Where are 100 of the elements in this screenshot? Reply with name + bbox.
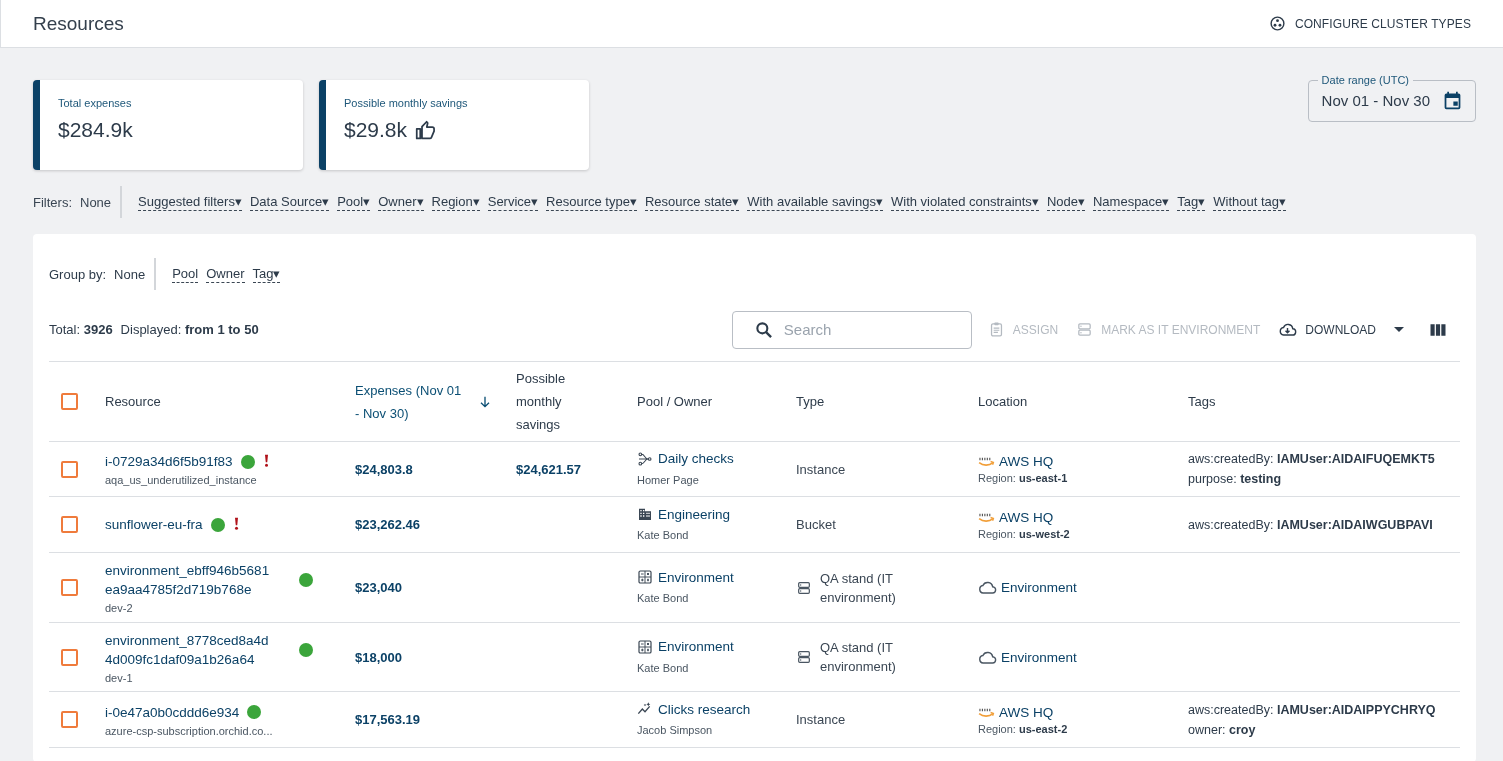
resource-type: Bucket	[796, 516, 836, 534]
group-by-value: None	[114, 266, 146, 282]
owner-name: Kate Bond	[637, 661, 689, 674]
row-checkbox[interactable]	[61, 516, 78, 533]
pool-link[interactable]: Environment	[658, 569, 734, 585]
calendar-icon	[1442, 89, 1463, 111]
pool-link[interactable]: Engineering	[658, 506, 731, 522]
resource-subtitle: dev-1	[105, 671, 133, 684]
location-link[interactable]: Environment	[1001, 580, 1077, 595]
filter-dropdown[interactable]: Region▾	[431, 193, 480, 211]
cluster-icon	[1268, 15, 1286, 32]
server-icon	[796, 649, 812, 665]
resource-type: Instance	[796, 460, 846, 479]
resource-type: QA stand (IT environment)	[820, 639, 897, 676]
group-by-label: Group by:	[49, 266, 107, 282]
row-checkbox[interactable]	[61, 648, 78, 666]
calculator-icon	[637, 569, 653, 585]
column-header[interactable]: Tags	[1188, 390, 1460, 413]
owner-name: Kate Bond	[637, 529, 689, 541]
column-header[interactable]: Type	[796, 390, 978, 413]
expenses-value: $17,563.19	[355, 712, 421, 727]
tag-text: aws:createdBy: IAMUser:AIDAIWGUBPAVI	[1188, 516, 1433, 534]
column-header[interactable]: Resource	[105, 390, 355, 413]
filter-dropdown[interactable]: Owner▾	[378, 193, 424, 211]
expenses-value: $23,262.46	[355, 517, 421, 532]
search-field[interactable]: Search	[731, 310, 972, 349]
column-header[interactable]: Possible monthly savings	[516, 367, 637, 436]
row-checkbox[interactable]	[61, 579, 78, 596]
filter-dropdown[interactable]: Tag▾	[1177, 193, 1206, 211]
region-text: Region: us-east-2	[978, 722, 1068, 735]
location-link[interactable]: AWS HQ	[999, 704, 1054, 720]
filter-dropdown[interactable]: With available savings▾	[747, 193, 883, 211]
owner-name: Kate Bond	[637, 592, 689, 604]
resource-link[interactable]: i-0729a34d6f5b91f83	[105, 452, 233, 471]
expenses-value: $18,000	[355, 649, 402, 665]
tag-text: aws:createdBy: IAMUser:AIDAIPPYCHRYQ	[1188, 701, 1436, 719]
filter-dropdown[interactable]: Namespace▾	[1092, 193, 1170, 211]
total-count: Total: 3926	[49, 322, 113, 337]
smile-arrow-icon	[978, 457, 995, 466]
column-header[interactable]: Pool / Owner	[637, 390, 796, 413]
row-checkbox[interactable]	[61, 711, 78, 728]
expenses-value: $23,040	[355, 580, 402, 595]
filters-label: Filters:	[33, 194, 72, 210]
trend-sparkle-icon	[637, 701, 653, 717]
thumbs-up-icon	[415, 119, 437, 141]
tag-text: owner: croy	[1188, 721, 1256, 739]
displayed-range: Displayed: from 1 to 50	[120, 322, 259, 337]
location-link[interactable]: AWS HQ	[999, 454, 1054, 469]
page-title: Resources	[33, 12, 124, 35]
filter-dropdown[interactable]: Service▾	[487, 193, 539, 211]
savings-value: $24,621.57	[516, 461, 582, 477]
caret-icon	[1394, 327, 1404, 332]
filter-dropdown[interactable]: With violated constraints▾	[890, 193, 1039, 211]
resource-link[interactable]: environment_8778ced8a4d4d009fc1daf09a1b26a64	[105, 630, 275, 669]
summary-label: Total expenses	[58, 97, 132, 109]
location-link[interactable]: Environment	[1001, 649, 1077, 665]
toolbar-button[interactable]: DOWNLOAD	[1276, 316, 1406, 343]
select-all-checkbox[interactable]	[61, 393, 78, 410]
flow-icon	[637, 450, 653, 467]
smile-arrow-icon	[978, 512, 995, 522]
resource-type: QA stand (IT environment)	[820, 569, 897, 607]
resource-subtitle: aqa_us_underutilized_instance	[105, 474, 257, 486]
server-icon	[796, 579, 812, 596]
column-header[interactable]: Expenses (Nov 01 - Nov 30)	[355, 378, 516, 425]
group-by-option[interactable]: Pool	[172, 265, 199, 283]
location-link[interactable]: AWS HQ	[999, 509, 1054, 525]
server-icon	[1076, 321, 1094, 338]
tag-text: purpose: testing	[1188, 471, 1282, 488]
resource-subtitle: azure-csp-subscription.orchid.co...	[105, 724, 273, 737]
summary-label: Possible monthly savings	[344, 97, 468, 109]
filter-dropdown[interactable]: Node▾	[1046, 193, 1085, 211]
resource-link[interactable]: environment_ebff946b5681ea9aa4785f2d719b768e	[105, 561, 275, 599]
region-text: Region: us-west-2	[978, 527, 1070, 540]
filter-dropdown[interactable]: Data Source▾	[249, 193, 330, 211]
resource-link[interactable]: i-0e47a0b0cddd6e934	[105, 702, 240, 722]
configure-cluster-types-button[interactable]: CONFIGURE CLUSTER TYPES	[1268, 11, 1471, 36]
filter-dropdown[interactable]: Resource type▾	[546, 193, 637, 211]
filter-dropdown[interactable]: Suggested filters▾	[138, 193, 242, 211]
owner-name: Jacob Simpson	[637, 724, 713, 736]
summary-value: $284.9k	[58, 118, 133, 142]
date-range-field[interactable]: Date range (UTC) Nov 01 - Nov 30	[1307, 74, 1476, 122]
filter-dropdown[interactable]: Resource state▾	[644, 193, 740, 211]
resource-subtitle: dev-2	[105, 602, 133, 614]
calculator-icon	[637, 638, 653, 655]
pool-link[interactable]: Clicks research	[658, 701, 751, 717]
group-by-option[interactable]: Owner	[206, 265, 245, 283]
resource-link[interactable]: sunflower-eu-fra	[105, 515, 203, 534]
summary-value: $29.8k	[344, 118, 408, 142]
pool-link[interactable]: Daily checks	[658, 451, 734, 466]
row-checkbox[interactable]	[61, 460, 78, 478]
filter-dropdown[interactable]: Pool▾	[337, 193, 371, 211]
pool-link[interactable]: Environment	[658, 639, 734, 654]
search-icon	[753, 319, 774, 340]
filters-value: None	[80, 194, 112, 210]
column-header[interactable]: Location	[978, 390, 1188, 413]
owner-name: Homer Page	[637, 473, 699, 486]
region-text: Region: us-east-1	[978, 472, 1068, 484]
tag-text: aws:createdBy: IAMUser:AIDAIFUQEMKT5	[1188, 451, 1435, 468]
group-by-option[interactable]: Tag▾	[252, 265, 281, 283]
filter-dropdown[interactable]: Without tag▾	[1213, 193, 1287, 211]
